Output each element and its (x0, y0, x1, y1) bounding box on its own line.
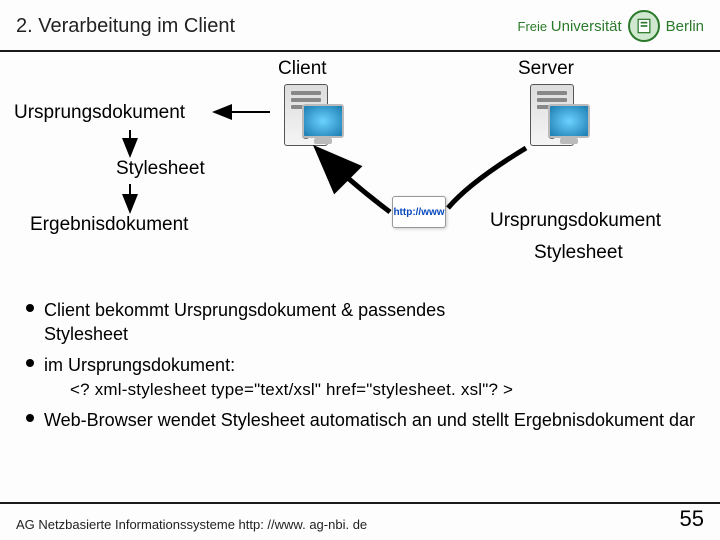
logo-city: Berlin (666, 18, 704, 35)
http-badge: http://www (392, 196, 446, 228)
bullet-dot-icon (26, 304, 34, 312)
footer-text: AG Netzbasierte Informationssysteme http… (16, 517, 367, 532)
page-title: 2. Verarbeitung im Client (16, 15, 235, 38)
bullet-2-text: im Ursprungsdokument: (44, 353, 235, 377)
bullet-dot-icon (26, 359, 34, 367)
bullet-dot-icon (26, 414, 34, 422)
bullet-1-line1: Client bekommt Ursprungsdokument & passe… (44, 300, 445, 320)
label-ursprung-right: Ursprungsdokument (490, 210, 661, 232)
diagram-area: Client Server Ursprungsdokument Styleshe… (0, 52, 720, 284)
label-ergebnis: Ergebnisdokument (30, 214, 188, 236)
logo-prefix: Freie (518, 19, 548, 34)
shield-icon (628, 10, 660, 42)
footer: AG Netzbasierte Informationssysteme http… (0, 500, 720, 540)
university-logo: Freie Universität Berlin (518, 10, 704, 42)
bullet-1-text: Client bekommt Ursprungsdokument & passe… (44, 298, 445, 347)
server-heading: Server (518, 58, 574, 80)
logo-text-left: Freie Universität (518, 18, 622, 35)
bullet-1-line2: Stylesheet (44, 324, 128, 344)
page-number: 55 (680, 506, 704, 532)
client-computer-icon (274, 84, 338, 146)
server-computer-icon (520, 84, 584, 146)
logo-text-right: Berlin (666, 18, 704, 35)
bullet-1: Client bekommt Ursprungsdokument & passe… (26, 298, 698, 347)
bullet-3: Web-Browser wendet Stylesheet automatisc… (26, 408, 698, 432)
label-stylesheet-right: Stylesheet (534, 242, 623, 264)
logo-main: Universität (551, 18, 622, 35)
bullet-list: Client bekommt Ursprungsdokument & passe… (0, 284, 720, 432)
client-heading: Client (278, 58, 327, 80)
code-line: <? xml-stylesheet type="text/xsl" href="… (26, 379, 698, 402)
bullet-2: im Ursprungsdokument: (26, 353, 698, 377)
header: 2. Verarbeitung im Client Freie Universi… (0, 0, 720, 46)
label-stylesheet-left: Stylesheet (116, 158, 205, 180)
label-ursprung-left: Ursprungsdokument (14, 102, 185, 124)
bullet-3-text: Web-Browser wendet Stylesheet automatisc… (44, 408, 695, 432)
